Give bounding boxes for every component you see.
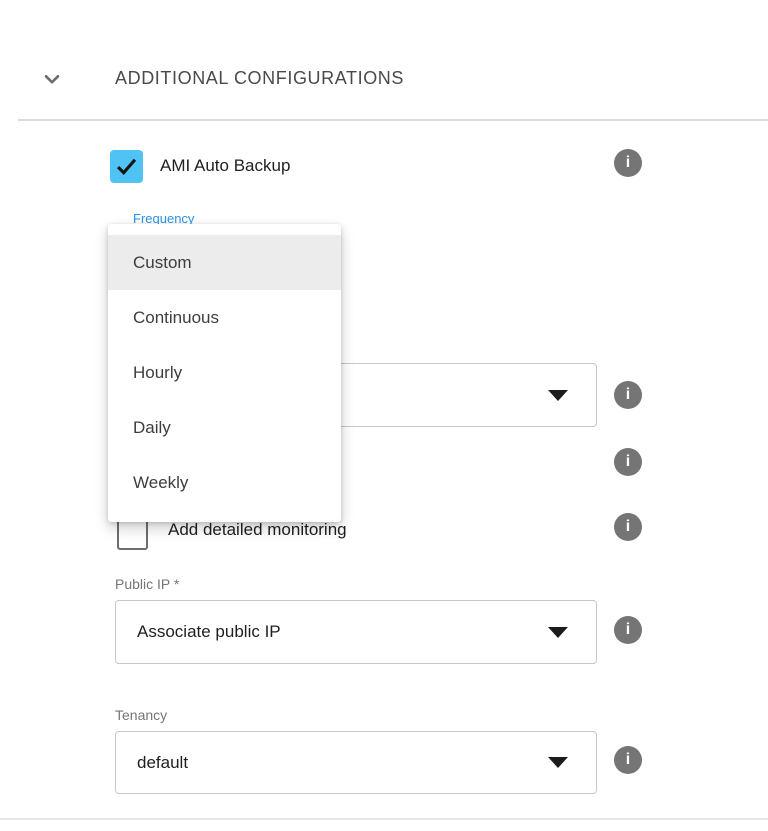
info-glyph: i [626, 751, 630, 769]
dropdown-arrow-icon [548, 627, 568, 638]
info-glyph: i [626, 453, 630, 471]
menu-item-continuous[interactable]: Continuous [108, 290, 341, 345]
menu-item-weekly[interactable]: Weekly [108, 455, 341, 510]
info-glyph: i [626, 154, 630, 172]
public-ip-selected-value: Associate public IP [137, 622, 281, 642]
tenancy-field-label: Tenancy [115, 707, 167, 723]
info-icon[interactable]: i [614, 149, 642, 177]
info-glyph: i [626, 386, 630, 404]
info-icon[interactable]: i [614, 381, 642, 409]
section-title: ADDITIONAL CONFIGURATIONS [115, 68, 404, 89]
checkmark-icon [113, 153, 140, 180]
dropdown-arrow-icon [548, 390, 568, 401]
section-divider [18, 119, 768, 121]
info-glyph: i [626, 621, 630, 639]
ami-auto-backup-label: AMI Auto Backup [160, 156, 290, 176]
tenancy-selected-value: default [137, 753, 188, 773]
section-collapse-button[interactable] [38, 65, 66, 93]
info-glyph: i [626, 518, 630, 536]
frequency-dropdown-menu: Custom Continuous Hourly Daily Weekly [108, 224, 341, 522]
info-icon[interactable]: i [614, 448, 642, 476]
ami-auto-backup-checkbox[interactable] [110, 150, 143, 183]
chevron-down-icon [39, 66, 65, 92]
menu-item-daily[interactable]: Daily [108, 400, 341, 455]
detailed-monitoring-checkbox[interactable] [117, 519, 148, 550]
info-icon[interactable]: i [614, 616, 642, 644]
dropdown-arrow-icon [548, 757, 568, 768]
tenancy-select[interactable]: default [115, 731, 597, 794]
additional-configurations-panel: ADDITIONAL CONFIGURATIONS AMI Auto Backu… [0, 0, 768, 831]
menu-item-hourly[interactable]: Hourly [108, 345, 341, 400]
info-icon[interactable]: i [614, 513, 642, 541]
public-ip-field-label: Public IP * [115, 576, 179, 592]
info-icon[interactable]: i [614, 746, 642, 774]
public-ip-select[interactable]: Associate public IP [115, 600, 597, 664]
menu-item-custom[interactable]: Custom [108, 235, 341, 290]
bottom-divider [0, 818, 768, 820]
